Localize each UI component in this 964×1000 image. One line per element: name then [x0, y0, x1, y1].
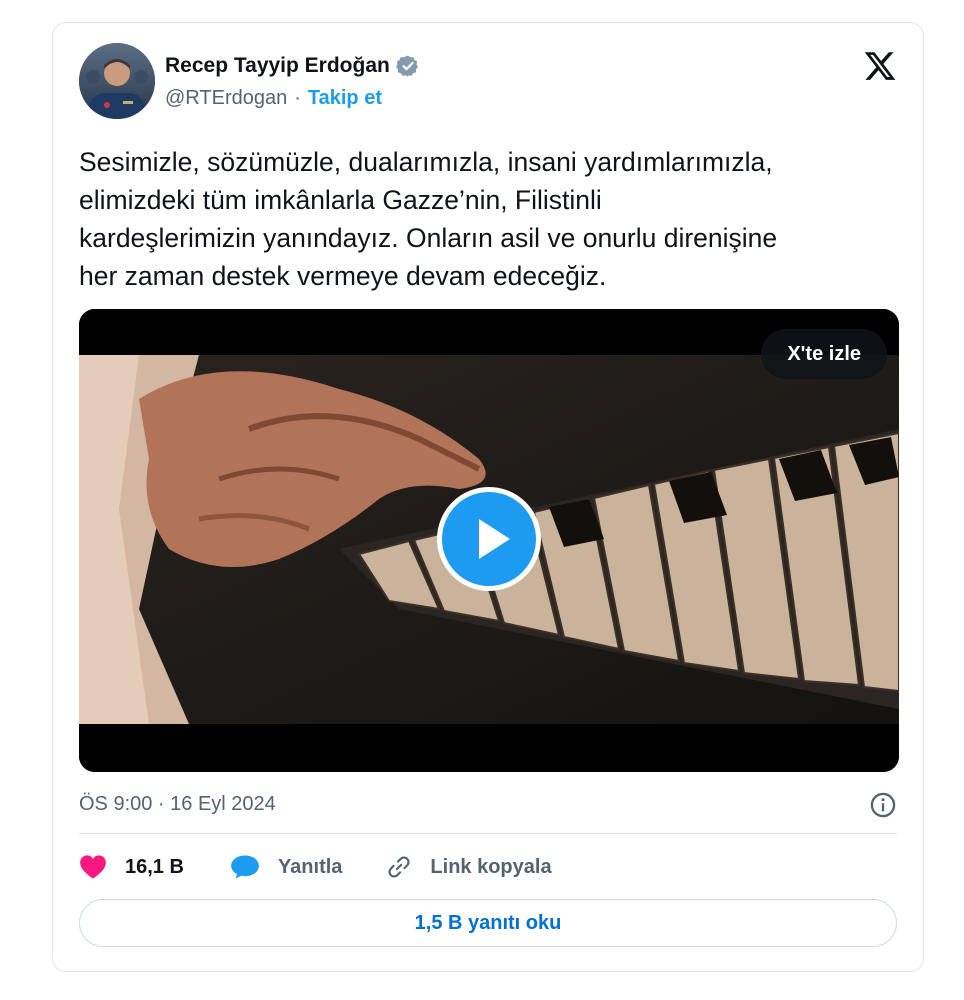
read-replies-button[interactable]: 1,5 B yanıtı oku	[79, 899, 897, 947]
tweet-header: Recep Tayyip Erdoğan @RTErdogan · Takip …	[79, 43, 897, 121]
verified-badge-icon	[395, 55, 418, 77]
tweet-card: Recep Tayyip Erdoğan @RTErdogan · Takip …	[52, 22, 924, 972]
author-name[interactable]: Recep Tayyip Erdoğan	[165, 54, 390, 78]
tweet-text: Sesimizle, sözümüzle, dualarımızla, insa…	[79, 147, 778, 291]
heart-icon	[80, 855, 106, 879]
info-icon[interactable]	[869, 791, 897, 819]
author-block: Recep Tayyip Erdoğan @RTErdogan · Takip …	[165, 52, 420, 112]
follow-button[interactable]: Takip et	[308, 87, 382, 110]
like-count: 16,1 B	[125, 855, 184, 878]
tweet-timestamp[interactable]: ÖS 9:00 · 16 Eyl 2024	[79, 789, 276, 819]
copy-link-button[interactable]: Link kopyala	[386, 854, 552, 880]
reply-label: Yanıtla	[277, 855, 343, 878]
link-icon	[388, 856, 410, 878]
avatar[interactable]	[79, 43, 155, 119]
reply-bubble-icon	[231, 855, 259, 879]
play-button[interactable]	[437, 487, 541, 591]
watch-on-x-button[interactable]: X'te izle	[761, 329, 887, 379]
action-bar: 16,1 B Yanıtla Link kopyala	[79, 849, 596, 885]
x-logo-icon[interactable]	[863, 49, 897, 83]
reply-button[interactable]: Yanıtla	[230, 854, 342, 880]
separator-dot: ·	[294, 86, 301, 109]
copy-link-label: Link kopyala	[430, 855, 552, 878]
video-player[interactable]: X'te izle	[79, 309, 899, 772]
play-icon	[479, 519, 510, 559]
divider	[79, 833, 897, 834]
like-button[interactable]: 16,1 B	[79, 854, 184, 880]
author-handle[interactable]: @RTErdogan	[165, 87, 287, 110]
